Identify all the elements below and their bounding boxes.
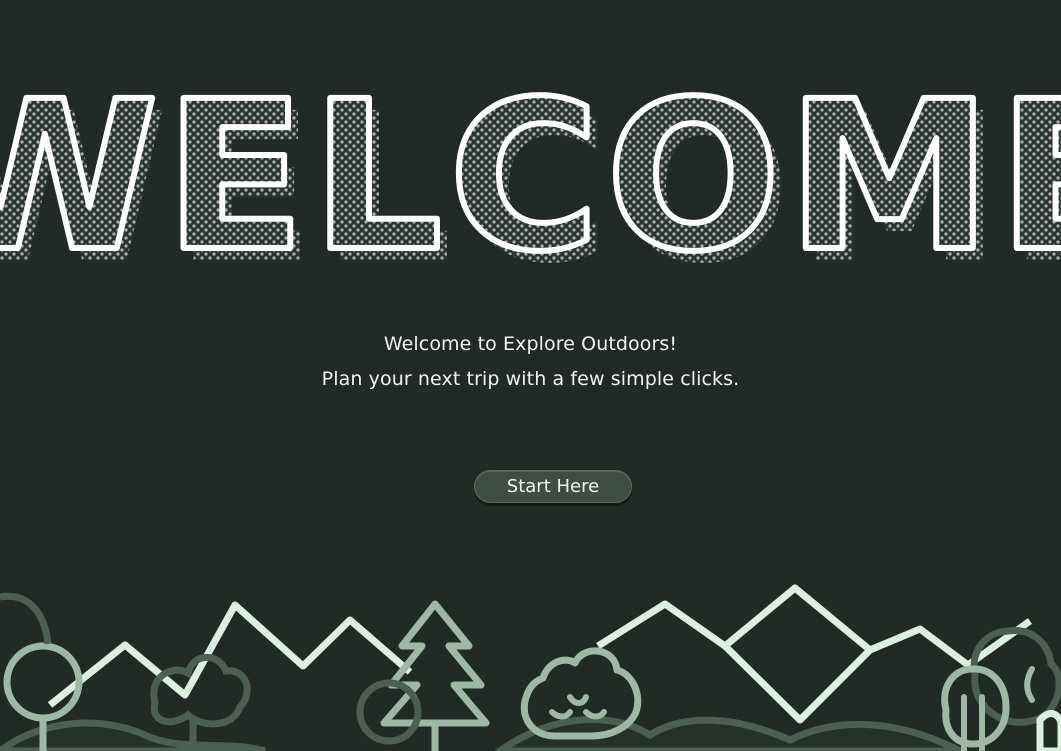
outdoor-landscape-illustration	[0, 570, 1061, 751]
blob-tree-detail	[549, 694, 607, 720]
start-here-button[interactable]: Start Here	[474, 470, 632, 503]
welcome-heading: WELCOME	[0, 57, 1061, 280]
mountain-inner-line	[722, 643, 873, 724]
welcome-heading-graphic: WELCOME WELCOME	[0, 40, 1061, 280]
round-tree-icon	[3, 642, 83, 722]
mountain-line-left	[47, 601, 413, 708]
mountain-line-right	[596, 584, 1033, 669]
background-tree-arc	[0, 592, 52, 645]
intro-subtitle: Plan your next trip with a few simple cl…	[321, 368, 740, 390]
intro-heading: Welcome to Explore Outdoors!	[383, 333, 678, 355]
right-tree-icon	[970, 627, 1061, 726]
right-bush-icon	[1036, 710, 1061, 751]
